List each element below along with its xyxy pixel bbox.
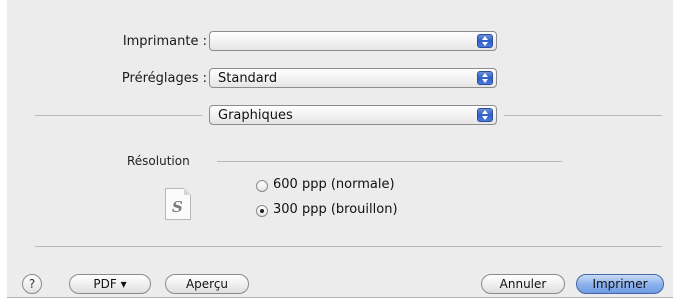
printer-popup[interactable] bbox=[209, 31, 497, 51]
document-glyph: S bbox=[172, 198, 183, 216]
print-button[interactable]: Imprimer bbox=[576, 274, 664, 294]
radio-300-ppp[interactable] bbox=[256, 205, 268, 217]
updown-arrows-icon bbox=[477, 71, 493, 85]
cancel-button[interactable]: Annuler bbox=[481, 274, 565, 294]
panel-value: Graphiques bbox=[218, 108, 293, 123]
updown-arrows-icon bbox=[477, 34, 493, 48]
presets-label: Préréglages : bbox=[121, 71, 207, 86]
radio-300-label[interactable]: 300 ppp (brouillon) bbox=[273, 202, 398, 217]
preview-button[interactable]: Aperçu bbox=[165, 274, 249, 294]
pdf-button[interactable]: PDF ▾ bbox=[69, 274, 151, 294]
resolution-title: Résolution bbox=[127, 154, 190, 168]
print-dialog: Imprimante : Préréglages : Standard Grap… bbox=[7, 0, 673, 298]
document-icon: S bbox=[165, 188, 191, 220]
footer-separator bbox=[35, 246, 662, 247]
page-fold-icon bbox=[184, 188, 191, 195]
divider-right bbox=[504, 115, 662, 116]
presets-popup[interactable]: Standard bbox=[209, 68, 497, 88]
radio-600-label[interactable]: 600 ppp (normale) bbox=[273, 177, 395, 192]
help-button[interactable]: ? bbox=[22, 274, 42, 294]
presets-value: Standard bbox=[218, 71, 278, 86]
divider-left bbox=[35, 115, 202, 116]
radio-600-ppp[interactable] bbox=[256, 180, 268, 192]
printer-label: Imprimante : bbox=[122, 34, 207, 49]
panel-popup[interactable]: Graphiques bbox=[209, 105, 497, 125]
resolution-separator bbox=[217, 161, 562, 162]
updown-arrows-icon bbox=[477, 108, 493, 122]
